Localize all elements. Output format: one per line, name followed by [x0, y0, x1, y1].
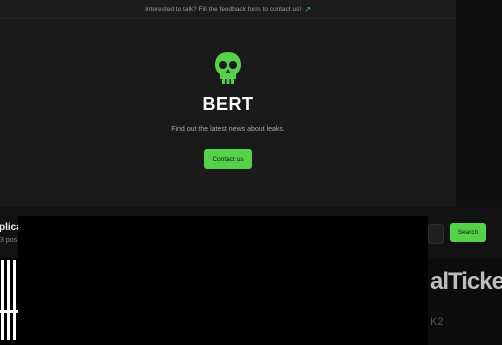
banner-text[interactable]: Interested to talk? Fill the feedback fo… — [145, 6, 301, 13]
search-input[interactable] — [428, 224, 444, 244]
page-subtitle: Find out the latest news about leaks. — [171, 126, 285, 133]
thumbnail-brand-text: alTicket — [430, 268, 502, 295]
thumbnail-tag-text: K2 — [430, 316, 444, 328]
barcode-graphic — [0, 260, 18, 340]
page-title: BERT — [202, 94, 254, 114]
skull-icon — [215, 52, 241, 84]
thumbnail-right[interactable]: alTicket K2 — [428, 258, 502, 345]
top-banner[interactable]: Interested to talk? Fill the feedback fo… — [0, 0, 456, 19]
external-link-arrow-icon[interactable]: ↗ — [304, 5, 311, 14]
post-count: 3 pos — [0, 237, 18, 244]
media-overlay — [18, 216, 428, 345]
contact-us-button[interactable]: Contact us — [204, 149, 252, 169]
search-button[interactable]: Search — [450, 223, 486, 242]
